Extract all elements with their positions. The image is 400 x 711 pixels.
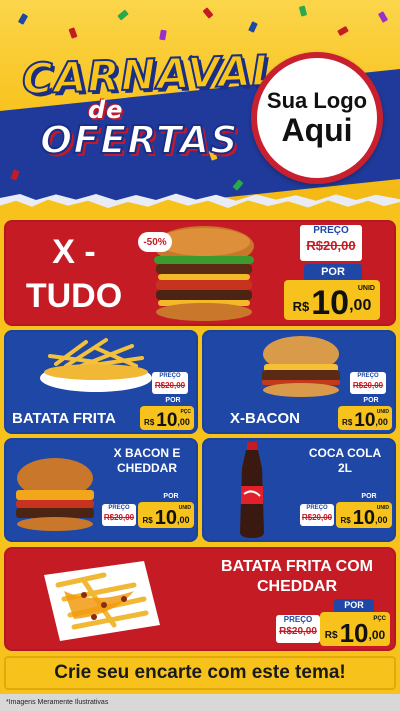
fries-image (40, 338, 152, 392)
logo-line1: Sua Logo (266, 88, 368, 113)
product-name: BATATA FRITA COM CHEDDAR (204, 557, 390, 597)
price-decimal: ,00 (349, 297, 372, 314)
price-integer: 10 (311, 284, 350, 322)
price-decimal: ,00 (177, 417, 190, 427)
product-card-batatacheddar[interactable]: BATATA FRITA COM CHEDDAR PREÇO R$20,00 P… (4, 547, 396, 651)
product-name-line1: COCA COLA (308, 446, 382, 460)
price-integer: 10 (156, 410, 178, 431)
unit-label: PÇC (180, 409, 191, 415)
old-price-tag: PREÇO R$20,00 (300, 225, 362, 261)
product-name: COCA COLA 2L (302, 446, 388, 476)
old-price: R$20,00 (352, 381, 384, 390)
price-integer: 10 (154, 507, 177, 529)
old-price-tag: PREÇO R$20,00 (276, 615, 320, 643)
product-card-xtudo[interactable]: X - TUDO -50% PREÇO R$20,00 POR R$ 10 ,0… (4, 220, 396, 326)
old-price: R$20,00 (279, 626, 317, 637)
new-price-box: R$ 10 ,00 UNID (284, 280, 380, 320)
disclaimer-text: *Imagens Meramente Ilustrativas (0, 694, 400, 711)
confetti-icon (17, 13, 29, 25)
por-label: POR (334, 599, 374, 612)
product-name-line1: BATATA FRITA COM (221, 558, 373, 575)
preco-label: PREÇO (357, 373, 379, 379)
confetti-icon (248, 21, 258, 33)
confetti-icon (298, 5, 308, 17)
logo-placeholder[interactable]: Sua Logo Aqui (251, 52, 383, 184)
new-price-box: R$ 10 ,00 UNID (138, 502, 194, 528)
unit-label: PÇC (373, 616, 386, 622)
price-decimal: ,00 (375, 417, 388, 427)
currency: R$ (340, 516, 351, 525)
new-price-box: R$ 10 ,00 PÇC (140, 406, 194, 430)
old-price: R$20,00 (301, 513, 333, 522)
flyer-page: CARNAVAL de OFERTAS Sua Logo Aqui X - TU… (0, 0, 400, 711)
product-name-line2: CHEDDAR (117, 461, 177, 475)
product-name-line2: TUDO (25, 277, 123, 315)
new-price-box: R$ 10 ,00 UNID (336, 502, 392, 528)
price-integer: 10 (354, 410, 376, 431)
product-card-xbaconcheddar[interactable]: X BACON E CHEDDAR PREÇO R$20,00 POR R$ 1… (4, 438, 198, 542)
unit-label: UNID (376, 505, 389, 511)
por-label: POR (354, 396, 388, 406)
confetti-icon (202, 7, 214, 19)
header-banner: CARNAVAL de OFERTAS Sua Logo Aqui (0, 0, 400, 215)
soda-bottle-image (240, 442, 264, 538)
confetti-icon (377, 11, 389, 23)
currency: R$ (142, 516, 153, 525)
product-name-line2: CHEDDAR (257, 578, 337, 595)
product-card-coca[interactable]: COCA COLA 2L PREÇO R$20,00 POR R$ 10 ,00… (202, 438, 396, 542)
new-price-box: R$ 10 ,00 UNID (338, 406, 392, 430)
currency: R$ (144, 418, 155, 427)
por-label: POR (350, 492, 388, 502)
price-integer: 10 (352, 507, 375, 529)
old-price: R$20,00 (103, 513, 135, 522)
currency: R$ (292, 299, 310, 314)
new-price-box: R$ 10 ,00 PÇC (320, 612, 390, 646)
old-price-tag: PREÇO R$20,00 (300, 504, 334, 526)
preco-label: PREÇO (159, 373, 181, 379)
fries-cheddar-image (44, 561, 160, 641)
old-price-tag: PREÇO R$20,00 (350, 372, 386, 394)
old-price: R$20,00 (306, 238, 356, 253)
unit-label: UNID (357, 285, 375, 292)
preco-label: PREÇO (283, 615, 313, 624)
unit-label: UNID (376, 409, 389, 415)
price-decimal: ,00 (176, 515, 190, 525)
product-card-xbacon[interactable]: X-BACON PREÇO R$20,00 POR R$ 10 ,00 UNID (202, 330, 396, 434)
product-name: X-BACON (230, 410, 300, 427)
logo-line2: Aqui (281, 112, 353, 148)
por-label: POR (152, 492, 190, 502)
product-name: X - TUDO (14, 230, 134, 318)
price-decimal: ,00 (368, 628, 386, 642)
confetti-icon (68, 27, 78, 39)
cta-banner[interactable]: Crie seu encarte com este tema! (4, 656, 396, 690)
por-label: POR (156, 396, 190, 406)
preco-label: PREÇO (108, 505, 130, 511)
product-card-batata[interactable]: BATATA FRITA PREÇO R$20,00 POR R$ 10 ,00… (4, 330, 198, 434)
old-price: R$20,00 (154, 381, 186, 390)
product-name-line2: 2L (337, 461, 352, 475)
price-integer: 10 (339, 618, 369, 648)
product-name-line1: X BACON E (113, 446, 181, 460)
currency: R$ (324, 630, 338, 641)
title-carnaval: CARNAVAL (20, 45, 281, 105)
unit-label: UNID (178, 505, 191, 511)
confetti-icon (117, 9, 129, 21)
product-name-line1: X - (52, 233, 96, 271)
burger-image (262, 336, 340, 397)
discount-badge: -50% (138, 232, 172, 252)
por-label: POR (304, 264, 362, 280)
product-name: BATATA FRITA (12, 410, 116, 427)
product-name: X BACON E CHEDDAR (104, 446, 190, 476)
old-price-tag: PREÇO R$20,00 (152, 372, 188, 394)
confetti-icon (337, 25, 349, 37)
confetti-icon (159, 29, 167, 41)
old-price-tag: PREÇO R$20,00 (102, 504, 136, 526)
preco-label: PREÇO (313, 225, 349, 236)
burger-image (16, 458, 94, 531)
currency: R$ (342, 418, 353, 427)
title-ofertas: OFERTAS (39, 117, 239, 163)
preco-label: PREÇO (306, 505, 328, 511)
price-decimal: ,00 (374, 515, 388, 525)
